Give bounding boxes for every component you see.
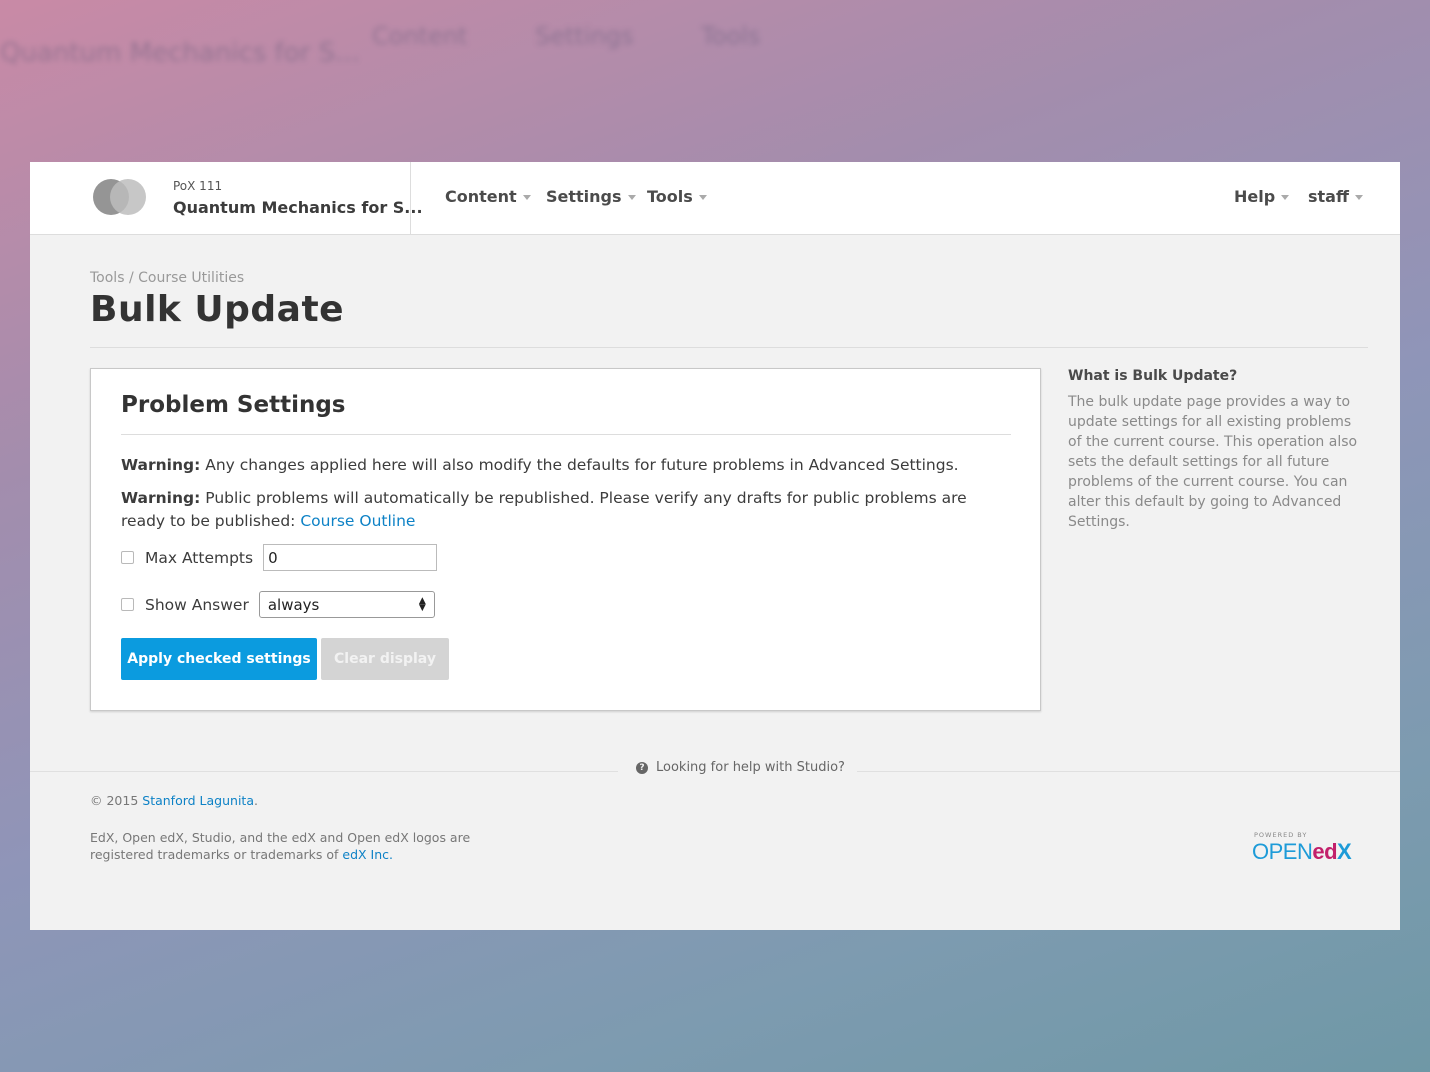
apply-checked-settings-button[interactable]: Apply checked settings xyxy=(121,638,317,680)
copyright-suffix: . xyxy=(254,793,258,808)
powered-by-open-edx-logo[interactable]: POWERED BY OPENedX xyxy=(1252,831,1352,865)
stanford-lagunita-link[interactable]: Stanford Lagunita xyxy=(142,793,254,808)
wordmark-ed: ed xyxy=(1312,839,1338,864)
title-divider xyxy=(90,347,1368,348)
chevron-down-icon xyxy=(1281,195,1290,200)
legal-text: EdX, Open edX, Studio, and the edX and O… xyxy=(90,830,471,862)
course-title-link[interactable]: Quantum Mechanics for S... xyxy=(173,198,423,217)
warning-defaults: Warning: Any changes applied here will a… xyxy=(121,454,1011,477)
nav-user-menu[interactable]: staff xyxy=(1308,187,1363,206)
header-divider xyxy=(410,162,411,235)
clear-display-button[interactable]: Clear display xyxy=(321,638,449,680)
nav-settings-label: Settings xyxy=(546,187,622,206)
course-outline-link[interactable]: Course Outline xyxy=(300,512,415,530)
chevron-down-icon xyxy=(627,195,636,200)
chevron-down-icon xyxy=(698,195,707,200)
question-circle-icon: ? xyxy=(636,761,648,774)
copyright-prefix: © 2015 xyxy=(90,793,143,808)
max-attempts-checkbox[interactable] xyxy=(121,551,134,564)
background-nav: Content Settings Tools xyxy=(372,22,820,50)
warning-label: Warning: xyxy=(121,489,201,507)
sidebar-description: The bulk update page provides a way to u… xyxy=(1068,394,1358,530)
card-title: Problem Settings xyxy=(121,392,346,418)
studio-help-link[interactable]: ? Looking for help with Studio? xyxy=(618,760,857,775)
nav-help-label: Help xyxy=(1234,187,1276,206)
course-number: PoX 111 xyxy=(173,179,223,193)
warning-text: Public problems will automatically be re… xyxy=(121,489,967,530)
studio-help-label: Looking for help with Studio? xyxy=(656,760,845,775)
breadcrumb: Tools / Course Utilities xyxy=(90,270,245,286)
card-divider xyxy=(121,434,1011,435)
copyright: © 2015 Stanford Lagunita. xyxy=(90,793,258,808)
nav-tools-menu[interactable]: Tools xyxy=(647,187,707,206)
nav-tools-label: Tools xyxy=(647,187,693,206)
show-answer-select[interactable]: always ▲ ▼ xyxy=(258,591,435,618)
background-nav-item: Content xyxy=(372,22,468,50)
open-edx-wordmark: OPENedX xyxy=(1252,839,1352,865)
sidebar-heading: What is Bulk Update? xyxy=(1068,368,1238,384)
nav-settings-menu[interactable]: Settings xyxy=(546,187,636,206)
warning-label: Warning: xyxy=(121,456,201,474)
nav-user-label: staff xyxy=(1308,187,1349,206)
logo-circle-right xyxy=(110,179,146,215)
top-header: PoX 111 Quantum Mechanics for S... Conte… xyxy=(30,162,1400,235)
legal-notice: EdX, Open edX, Studio, and the edX and O… xyxy=(90,829,510,863)
wordmark-x: X xyxy=(1337,839,1352,864)
nav-content-menu[interactable]: Content xyxy=(445,187,531,206)
show-answer-selected-value: always xyxy=(267,595,320,614)
max-attempts-input[interactable] xyxy=(263,544,438,571)
max-attempts-label: Max Attempts xyxy=(145,548,254,567)
show-answer-label: Show Answer xyxy=(145,595,249,614)
edx-inc-link[interactable]: edX Inc. xyxy=(342,847,393,862)
studio-window: PoX 111 Quantum Mechanics for S... Conte… xyxy=(30,162,1400,930)
show-answer-row: Show Answer always ▲ ▼ xyxy=(121,591,435,618)
problem-settings-card: Problem Settings Warning: Any changes ap… xyxy=(90,368,1041,711)
nav-help-menu[interactable]: Help xyxy=(1234,187,1290,206)
background-nav-item: Tools xyxy=(701,22,761,50)
chevron-down-icon xyxy=(522,195,531,200)
max-attempts-row: Max Attempts xyxy=(121,544,438,571)
background-course-title: Quantum Mechanics for S... xyxy=(0,38,360,68)
wordmark-open: OPEN xyxy=(1252,839,1313,864)
powered-by-label: POWERED BY xyxy=(1254,831,1308,839)
page-title: Bulk Update xyxy=(90,289,345,330)
background-nav-item: Settings xyxy=(535,22,634,50)
select-arrows-icon: ▲ ▼ xyxy=(418,595,426,613)
nav-content-label: Content xyxy=(445,187,517,206)
chevron-down-icon xyxy=(1354,195,1363,200)
warning-republish: Warning: Public problems will automatica… xyxy=(121,487,1011,533)
warning-text: Any changes applied here will also modif… xyxy=(200,456,959,474)
show-answer-checkbox[interactable] xyxy=(121,598,134,611)
studio-logo[interactable] xyxy=(93,179,147,215)
